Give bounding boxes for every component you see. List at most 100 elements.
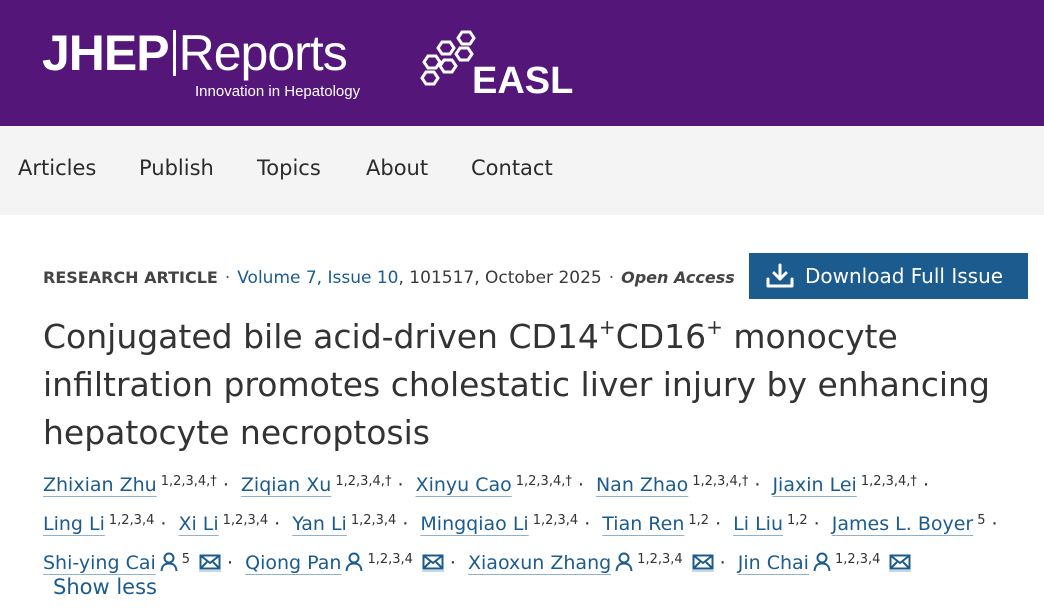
download-icon bbox=[766, 263, 794, 288]
author-name-link[interactable]: Xinyu Cao bbox=[416, 474, 512, 496]
author-affiliations: 1,2,3,4,† bbox=[335, 474, 392, 489]
easl-text: EASL bbox=[472, 60, 574, 102]
author-separator: · bbox=[584, 513, 591, 535]
article-meta: RESEARCH ARTICLE · Volume 7, Issue 10, 101… bbox=[43, 268, 735, 288]
author-name-link[interactable]: Mingqiao Li bbox=[420, 513, 528, 535]
author-affiliations: 1,2,3,4,† bbox=[692, 474, 749, 489]
logo-tagline: Innovation in Hepatology bbox=[195, 83, 361, 100]
author-affiliations: 1,2,3,4 bbox=[222, 513, 269, 528]
author-affiliations: 1,2,3,4 bbox=[350, 513, 397, 528]
author-affiliations: 1,2,3,4,† bbox=[860, 474, 917, 489]
volume-issue-link[interactable]: Volume 7, Issue 10 bbox=[237, 268, 398, 288]
title-text: CD16 bbox=[615, 317, 707, 356]
author-entry: Nan Zhao 1,2,3,4,† bbox=[596, 474, 748, 496]
author-affiliations: 1,2,3,4 bbox=[637, 552, 683, 567]
title-text: Conjugated bile acid-driven CD14 bbox=[43, 317, 599, 356]
open-access-label: Open Access bbox=[621, 268, 735, 287]
author-affiliations: 1,2 bbox=[786, 513, 808, 528]
author-name-link[interactable]: Xiaoxun Zhang bbox=[468, 552, 611, 574]
author-entry: Qiong Pan 1,2,3,4 bbox=[245, 552, 444, 574]
author-name-link[interactable]: James L. Boyer bbox=[832, 513, 973, 535]
main-nav: Articles Publish Topics About Contact bbox=[0, 126, 1044, 215]
author-entry: Yan Li 1,2,3,4 bbox=[292, 513, 396, 535]
author-list: Zhixian Zhu 1,2,3,4,† · Ziqian Xu 1,2,3,4,†… bbox=[43, 464, 1033, 584]
author-name-link[interactable]: Ziqian Xu bbox=[241, 474, 331, 496]
author-name-link[interactable]: Shi-ying Cai bbox=[43, 552, 156, 574]
author-name-link[interactable]: Qiong Pan bbox=[245, 552, 341, 574]
author-entry: Jin Chai 1,2,3,4 bbox=[738, 552, 912, 574]
author-affiliations: 1,2 bbox=[688, 513, 710, 528]
author-entry: Zhixian Zhu 1,2,3,4,† bbox=[43, 474, 217, 496]
article-details: , 101517, October 2025 bbox=[398, 268, 602, 288]
article-title: Conjugated bile acid-driven CD14+CD16+ m… bbox=[43, 313, 1023, 457]
author-affiliations: 1,2,3,4,† bbox=[515, 474, 572, 489]
title-superscript: + bbox=[706, 315, 723, 339]
author-affiliations: 1,2,3,4,† bbox=[160, 474, 217, 489]
author-separator: · bbox=[813, 513, 820, 535]
author-entry: Xi Li 1,2,3,4 bbox=[178, 513, 268, 535]
nav-about[interactable]: About bbox=[366, 156, 428, 180]
author-separator: · bbox=[397, 474, 404, 496]
email-icon[interactable] bbox=[691, 548, 714, 584]
author-separator: · bbox=[922, 474, 929, 496]
author-name-link[interactable]: Jiaxin Lei bbox=[772, 474, 856, 496]
author-name-link[interactable]: Nan Zhao bbox=[596, 474, 688, 496]
email-icon[interactable] bbox=[421, 548, 444, 584]
person-icon bbox=[345, 548, 363, 584]
author-name-link[interactable]: Jin Chai bbox=[738, 552, 809, 574]
person-icon bbox=[615, 548, 633, 584]
meta-separator: · bbox=[224, 268, 231, 288]
nav-contact[interactable]: Contact bbox=[471, 156, 553, 180]
author-affiliations: 1,2,3,4 bbox=[367, 552, 413, 567]
logo-wordmark: JHEP Reports bbox=[42, 25, 348, 81]
author-entry: Xinyu Cao 1,2,3,4,† bbox=[416, 474, 572, 496]
author-entry: Xiaoxun Zhang 1,2,3,4 bbox=[468, 552, 714, 574]
author-separator: · bbox=[719, 552, 726, 574]
author-separator: · bbox=[402, 513, 409, 535]
author-separator: · bbox=[160, 513, 167, 535]
title-superscript: + bbox=[598, 315, 616, 339]
person-icon bbox=[160, 548, 178, 584]
author-separator: · bbox=[577, 474, 584, 496]
email-icon[interactable] bbox=[199, 548, 222, 584]
author-name-link[interactable]: Xi Li bbox=[178, 513, 218, 535]
author-affiliations: 1,2,3,4 bbox=[108, 513, 155, 528]
author-name-link[interactable]: Zhixian Zhu bbox=[43, 474, 157, 496]
author-entry: Shi-ying Cai 5 bbox=[43, 552, 222, 574]
download-full-issue-button[interactable]: Download Full Issue bbox=[749, 253, 1028, 299]
author-separator: · bbox=[227, 552, 234, 574]
author-affiliations: 5 bbox=[977, 513, 986, 528]
author-entry: Tian Ren 1,2 bbox=[602, 513, 709, 535]
jhep-reports-logo[interactable]: JHEP Reports Innovation in Hepatology bbox=[42, 25, 360, 100]
nav-articles[interactable]: Articles bbox=[18, 156, 96, 180]
author-entry: Li Liu 1,2 bbox=[733, 513, 808, 535]
author-affiliations: 5 bbox=[181, 552, 191, 567]
author-separator: · bbox=[754, 474, 761, 496]
download-button-label: Download Full Issue bbox=[805, 264, 1004, 288]
article-type: RESEARCH ARTICLE bbox=[43, 268, 218, 287]
author-entry: James L. Boyer 5 bbox=[832, 513, 986, 535]
author-separator: · bbox=[274, 513, 281, 535]
author-name-link[interactable]: Yan Li bbox=[292, 513, 347, 535]
logo-divider bbox=[172, 30, 176, 76]
author-separator: · bbox=[991, 513, 998, 535]
email-icon[interactable] bbox=[889, 548, 912, 584]
nav-publish[interactable]: Publish bbox=[139, 156, 214, 180]
author-entry: Jiaxin Lei 1,2,3,4,† bbox=[772, 474, 916, 496]
author-name-link[interactable]: Tian Ren bbox=[602, 513, 684, 535]
author-name-link[interactable]: Ling Li bbox=[43, 513, 105, 535]
author-separator: · bbox=[715, 513, 722, 535]
meta-separator: · bbox=[608, 268, 615, 288]
logo-light-text: Reports bbox=[178, 25, 348, 81]
show-less-link[interactable]: Show less bbox=[53, 575, 157, 599]
author-affiliations: 1,2,3,4 bbox=[834, 552, 881, 567]
person-icon bbox=[813, 548, 831, 584]
author-entry: Ling Li 1,2,3,4 bbox=[43, 513, 154, 535]
author-separator: · bbox=[449, 552, 456, 574]
author-name-link[interactable]: Li Liu bbox=[733, 513, 783, 535]
nav-topics[interactable]: Topics bbox=[257, 156, 321, 180]
author-affiliations: 1,2,3,4 bbox=[532, 513, 579, 528]
author-separator: · bbox=[222, 474, 229, 496]
author-entry: Mingqiao Li 1,2,3,4 bbox=[420, 513, 578, 535]
site-header: JHEP Reports Innovation in Hepatology EAS… bbox=[0, 0, 1044, 126]
